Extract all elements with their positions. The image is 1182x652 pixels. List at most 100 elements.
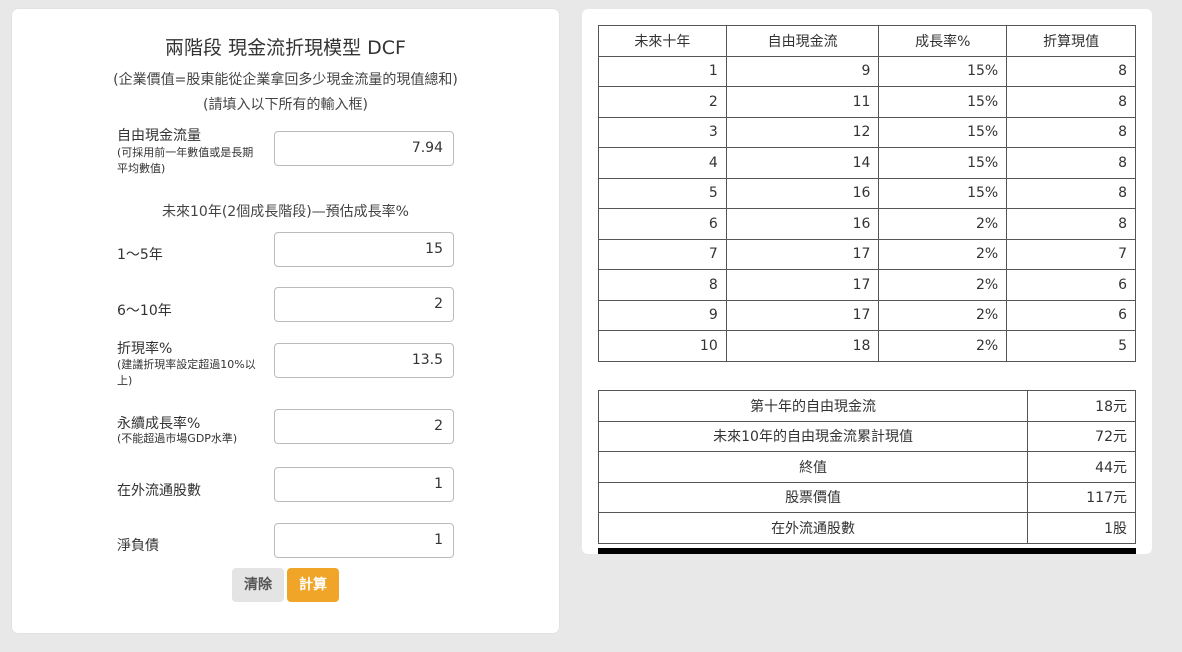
summary-value: 44元 [1027, 451, 1136, 483]
summary-key: 終值 [597, 451, 1029, 483]
cell-year: 2 [598, 86, 727, 118]
header-fcf: 自由現金流 [725, 25, 880, 57]
summary-value: 72元 [1027, 420, 1136, 452]
header-growth: 成長率% [878, 25, 1008, 57]
net-debt-input[interactable]: 1 [274, 523, 454, 558]
table-row: 7 17 2% 7 [598, 238, 1136, 270]
cell-growth: 15% [878, 147, 1008, 179]
cell-fcf: 9 [725, 55, 880, 87]
discount-rate-input[interactable]: 13.5 [274, 343, 454, 378]
cell-year: 7 [598, 238, 727, 270]
discount-note-line2: 上) [117, 374, 133, 387]
summary-row: 未來10年的自由現金流累計現值 72元 [597, 420, 1136, 452]
cell-fcf: 12 [725, 116, 880, 148]
results-panel: 未來十年 自由現金流 成長率% 折算現值 1 9 15% 8 2 11 15% 8 3 12 1… [582, 9, 1152, 554]
table-bottom-border [598, 548, 1136, 554]
growth-1-5-input[interactable]: 15 [274, 232, 454, 267]
cell-growth: 15% [878, 55, 1008, 87]
table-row: 4 14 15% 8 [598, 147, 1136, 179]
table-row: 2 11 15% 8 [598, 86, 1136, 118]
cell-year: 8 [598, 269, 727, 301]
summary-key: 股票價值 [597, 481, 1029, 513]
summary-row: 終值 44元 [597, 451, 1136, 483]
cell-growth: 2% [878, 238, 1008, 270]
table-row: 6 16 2% 8 [598, 208, 1136, 240]
growth-section-heading: 未來10年(2個成長階段)—預估成長率% [162, 204, 409, 220]
summary-key: 未來10年的自由現金流累計現值 [597, 420, 1029, 452]
cell-fcf: 17 [725, 299, 880, 331]
subtitle-instruction: (請填入以下所有的輸入框) [203, 97, 368, 113]
cell-growth: 15% [878, 116, 1008, 148]
cell-year: 1 [598, 55, 727, 87]
cell-pv: 8 [1006, 177, 1136, 209]
discount-note-line1: (建議折現率設定超過10%以 [117, 358, 256, 371]
cell-year: 9 [598, 299, 727, 331]
table-row: 5 16 15% 8 [598, 177, 1136, 209]
perpetual-growth-note: (不能超過市場GDP水準) [117, 432, 238, 445]
cell-growth: 15% [878, 177, 1008, 209]
subtitle-description: (企業價值=股東能從企業拿回多少現金流量的現值總和) [113, 72, 458, 88]
fcf-note-line1: (可採用前一年數值或是長期 [117, 146, 254, 159]
net-debt-label: 淨負債 [117, 538, 159, 554]
cell-year: 4 [598, 147, 727, 179]
cell-fcf: 17 [725, 238, 880, 270]
input-panel: 兩階段 現金流折現模型 DCF (企業價值=股東能從企業拿回多少現金流量的現值總… [12, 9, 559, 633]
cell-growth: 2% [878, 208, 1008, 240]
cell-pv: 8 [1006, 208, 1136, 240]
summary-value: 18元 [1027, 390, 1136, 422]
fcf-label: 自由現金流量 [117, 128, 201, 144]
cell-year: 3 [598, 116, 727, 148]
cell-pv: 8 [1006, 147, 1136, 179]
cell-pv: 6 [1006, 299, 1136, 331]
summary-value: 117元 [1027, 481, 1136, 513]
shares-outstanding-label: 在外流通股數 [117, 483, 201, 499]
discount-rate-label: 折現率% [117, 341, 173, 357]
cell-year: 6 [598, 208, 727, 240]
fcf-note-line2: 平均數值) [117, 162, 166, 175]
table-row: 10 18 2% 5 [598, 330, 1136, 362]
cell-fcf: 14 [725, 147, 880, 179]
clear-button[interactable]: 清除 [232, 568, 284, 602]
cell-growth: 2% [878, 330, 1008, 362]
summary-row: 在外流通股數 1股 [597, 512, 1136, 544]
cell-pv: 8 [1006, 116, 1136, 148]
cell-pv: 5 [1006, 330, 1136, 362]
cell-fcf: 11 [725, 86, 880, 118]
cell-year: 5 [598, 177, 727, 209]
page-title: 兩階段 現金流折現模型 DCF [165, 37, 406, 59]
header-present-value: 折算現值 [1006, 25, 1136, 57]
cell-pv: 6 [1006, 269, 1136, 301]
perpetual-growth-input[interactable]: 2 [274, 409, 454, 444]
cell-fcf: 16 [725, 177, 880, 209]
perpetual-growth-label: 永續成長率% [117, 416, 201, 432]
summary-row: 股票價值 117元 [597, 481, 1136, 513]
cell-growth: 15% [878, 86, 1008, 118]
table-row: 8 17 2% 6 [598, 269, 1136, 301]
growth-6-10-label: 6～10年 [117, 303, 172, 319]
cell-fcf: 18 [725, 330, 880, 362]
cell-year: 10 [598, 330, 727, 362]
table-header-row: 未來十年 自由現金流 成長率% 折算現值 [598, 25, 1136, 57]
summary-key: 第十年的自由現金流 [597, 390, 1029, 422]
growth-6-10-input[interactable]: 2 [274, 287, 454, 322]
cell-fcf: 16 [725, 208, 880, 240]
summary-key: 在外流通股數 [597, 512, 1029, 544]
table-row: 3 12 15% 8 [598, 116, 1136, 148]
cell-pv: 7 [1006, 238, 1136, 270]
summary-value: 1股 [1027, 512, 1136, 544]
cell-growth: 2% [878, 299, 1008, 331]
summary-table: 第十年的自由現金流 18元 未來10年的自由現金流累計現值 72元 終值 44元 股票… [597, 390, 1136, 544]
fcf-input[interactable]: 7.94 [274, 131, 454, 166]
table-row: 9 17 2% 6 [598, 299, 1136, 331]
projection-table: 未來十年 自由現金流 成長率% 折算現值 1 9 15% 8 2 11 15% 8 3 12 1… [598, 25, 1136, 362]
shares-outstanding-input[interactable]: 1 [274, 467, 454, 502]
summary-row: 第十年的自由現金流 18元 [597, 390, 1136, 422]
calculate-button[interactable]: 計算 [287, 568, 339, 602]
header-year: 未來十年 [598, 25, 727, 57]
cell-fcf: 17 [725, 269, 880, 301]
cell-pv: 8 [1006, 86, 1136, 118]
table-row: 1 9 15% 8 [598, 55, 1136, 87]
cell-pv: 8 [1006, 55, 1136, 87]
growth-1-5-label: 1～5年 [117, 247, 163, 263]
cell-growth: 2% [878, 269, 1008, 301]
